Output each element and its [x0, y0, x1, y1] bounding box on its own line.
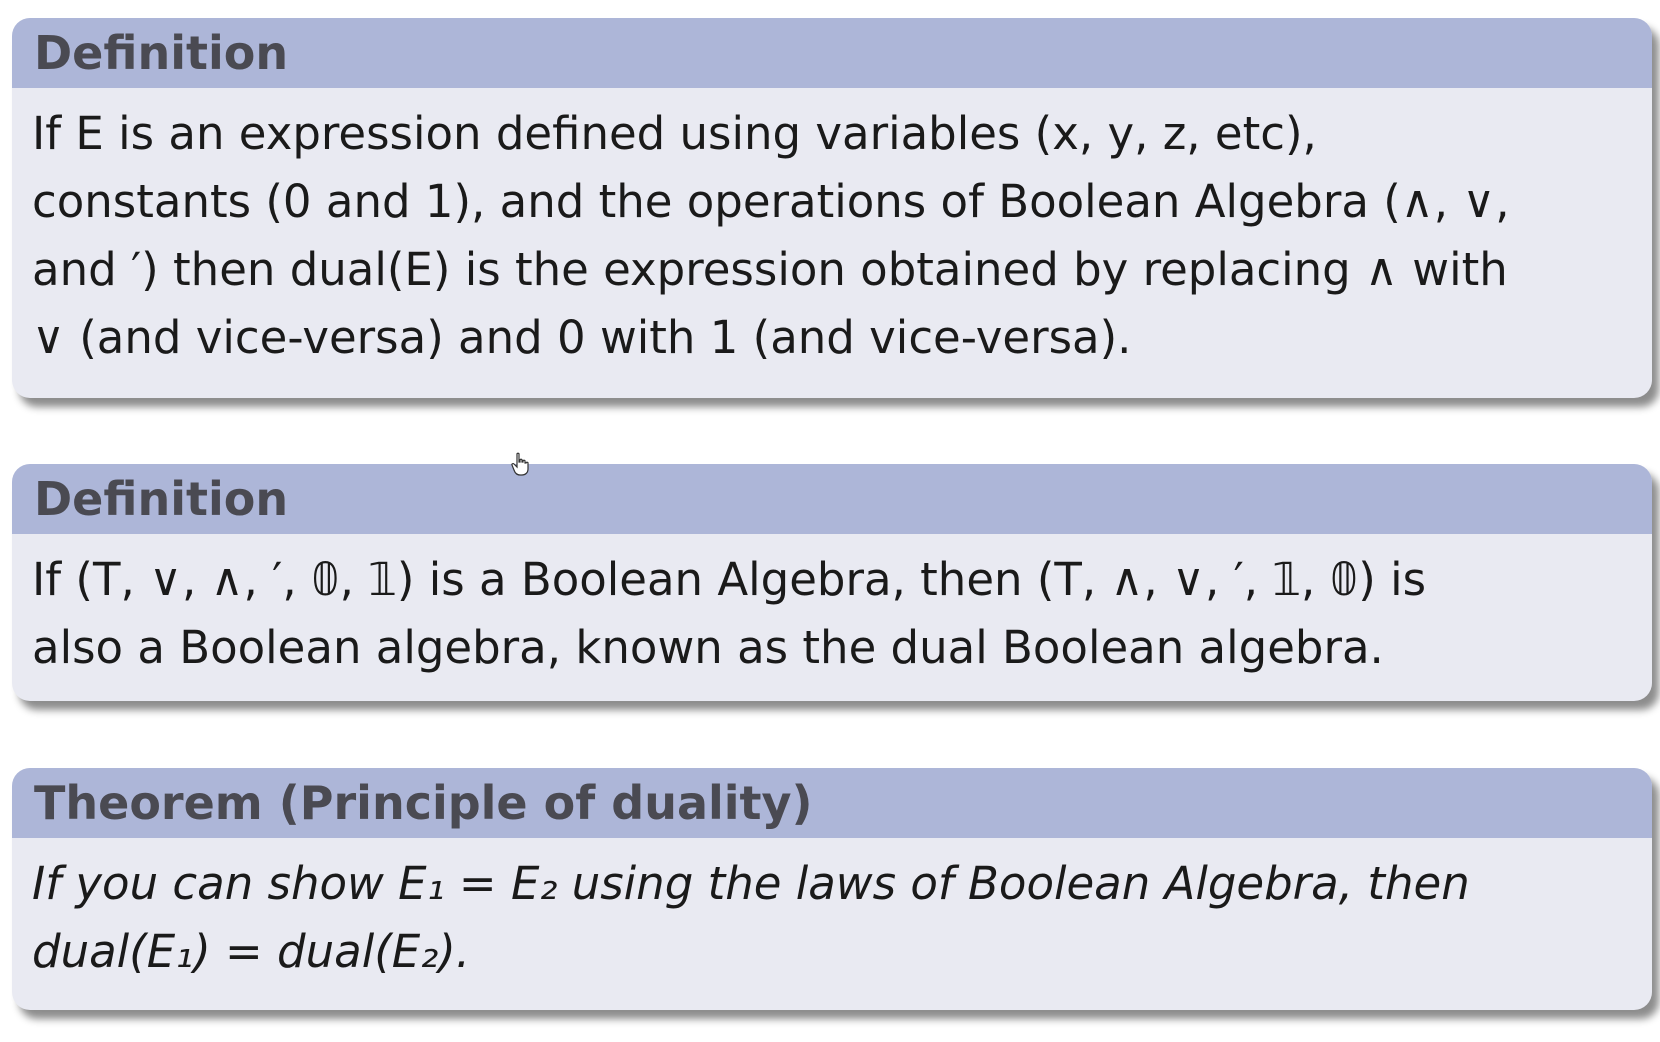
- text-line: dual(E₁) = dual(E₂).: [32, 925, 471, 978]
- block-title: Definition: [12, 464, 1652, 534]
- text-line: If you can show E₁ = E₂ using the laws o…: [32, 857, 1470, 910]
- block-body: If (T, ∨, ∧, ′, 𝟘, 𝟙) is a Boolean Algeb…: [12, 534, 1652, 682]
- text-line: constants (0 and 1), and the operations …: [32, 175, 1510, 228]
- hand-pointer-icon: [511, 452, 529, 476]
- definition-block-1: Definition If E is an expression defined…: [12, 18, 1652, 398]
- theorem-block: Theorem (Principle of duality) If you ca…: [12, 768, 1652, 1010]
- block-title: Definition: [12, 18, 1652, 88]
- text-line: also a Boolean algebra, known as the dua…: [32, 621, 1384, 674]
- text-line: If E is an expression defined using vari…: [32, 107, 1317, 160]
- text-line: If (T, ∨, ∧, ′, 𝟘, 𝟙) is a Boolean Algeb…: [32, 553, 1427, 606]
- block-body: If you can show E₁ = E₂ using the laws o…: [12, 838, 1652, 986]
- block-body: If E is an expression defined using vari…: [12, 88, 1652, 372]
- text-line: and ′) then dual(E) is the expression ob…: [32, 243, 1508, 296]
- text-line: ∨ (and vice-versa) and 0 with 1 (and vic…: [32, 311, 1132, 364]
- definition-block-2: Definition If (T, ∨, ∧, ′, 𝟘, 𝟙) is a Bo…: [12, 464, 1652, 701]
- block-title: Theorem (Principle of duality): [12, 768, 1652, 838]
